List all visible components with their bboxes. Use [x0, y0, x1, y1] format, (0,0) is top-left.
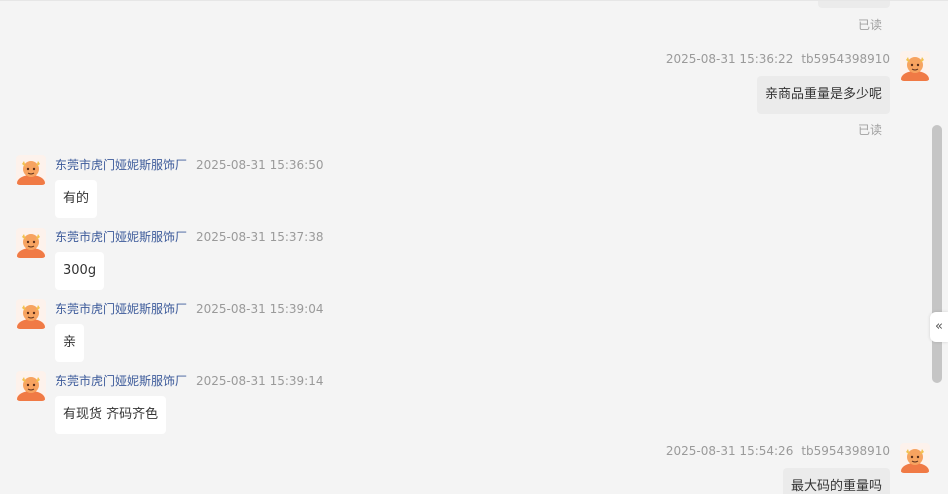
buyer-id: tb5954398910: [801, 444, 890, 458]
message-meta: 2025-08-31 15:36:22 tb5954398910: [666, 52, 890, 66]
cartoon-avatar-icon: [901, 449, 929, 473]
seller-avatar[interactable]: [16, 155, 46, 185]
message-bubble-incoming[interactable]: 有的: [55, 180, 98, 218]
message-bubble-outgoing[interactable]: 亲商品重量是多少呢: [756, 76, 890, 114]
message-time: 2025-08-31 15:39:14: [196, 374, 324, 388]
seller-name[interactable]: 东莞市虎门娅妮斯服饰厂: [55, 158, 187, 172]
scrollbar-thumb[interactable]: [932, 125, 942, 383]
message-meta: 东莞市虎门娅妮斯服饰厂 2025-08-31 15:39:04: [55, 300, 323, 317]
seller-avatar[interactable]: [16, 371, 46, 401]
previous-message-bubble: [818, 1, 890, 8]
seller-avatar[interactable]: [16, 299, 46, 329]
seller-avatar[interactable]: [16, 228, 46, 258]
cartoon-avatar-icon: [17, 234, 45, 258]
collapse-panel-button[interactable]: «: [930, 312, 948, 342]
message-bubble-incoming[interactable]: 300g: [55, 252, 105, 290]
message-time: 2025-08-31 15:36:50: [196, 158, 324, 172]
message-meta: 2025-08-31 15:54:26 tb5954398910: [666, 444, 890, 458]
seller-name[interactable]: 东莞市虎门娅妮斯服饰厂: [55, 302, 187, 316]
cartoon-avatar-icon: [901, 57, 929, 81]
buyer-avatar[interactable]: [900, 51, 930, 81]
chat-message-list[interactable]: 已读 2025-08-31 15:36:22 tb5954398910 亲商品重量…: [0, 0, 948, 494]
message-time: 2025-08-31 15:39:04: [196, 302, 324, 316]
seller-name[interactable]: 东莞市虎门娅妮斯服饰厂: [55, 230, 187, 244]
message-bubble-outgoing[interactable]: 最大码的重量吗: [782, 468, 890, 494]
seller-name[interactable]: 东莞市虎门娅妮斯服饰厂: [55, 374, 187, 388]
cartoon-avatar-icon: [17, 377, 45, 401]
message-meta: 东莞市虎门娅妮斯服饰厂 2025-08-31 15:36:50: [55, 156, 323, 173]
message-meta: 东莞市虎门娅妮斯服饰厂 2025-08-31 15:37:38: [55, 228, 323, 245]
read-status: 已读: [858, 123, 883, 137]
buyer-avatar[interactable]: [900, 443, 930, 473]
cartoon-avatar-icon: [17, 161, 45, 185]
message-bubble-incoming[interactable]: 亲: [55, 324, 85, 362]
read-status: 已读: [858, 18, 883, 32]
message-meta: 东莞市虎门娅妮斯服饰厂 2025-08-31 15:39:14: [55, 372, 323, 389]
cartoon-avatar-icon: [17, 305, 45, 329]
message-time: 2025-08-31 15:36:22: [665, 52, 794, 66]
double-chevron-left-icon: «: [935, 319, 943, 334]
buyer-id: tb5954398910: [801, 52, 890, 66]
message-bubble-incoming[interactable]: 有现货 齐码齐色: [55, 396, 167, 434]
message-time: 2025-08-31 15:54:26: [665, 444, 794, 458]
message-time: 2025-08-31 15:37:38: [196, 230, 324, 244]
